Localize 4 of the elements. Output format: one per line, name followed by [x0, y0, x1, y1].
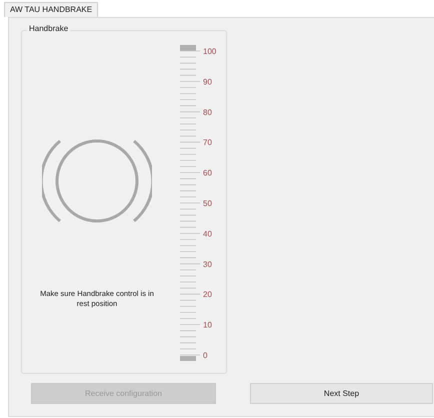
group-title: Handbrake [27, 24, 70, 33]
scale-drawing: 100 90 80 70 60 50 40 30 20 10 0 [172, 41, 222, 361]
next-button[interactable]: Next Step [250, 383, 433, 404]
tab[interactable]: AW TAU HANDBRAKE [4, 2, 98, 17]
